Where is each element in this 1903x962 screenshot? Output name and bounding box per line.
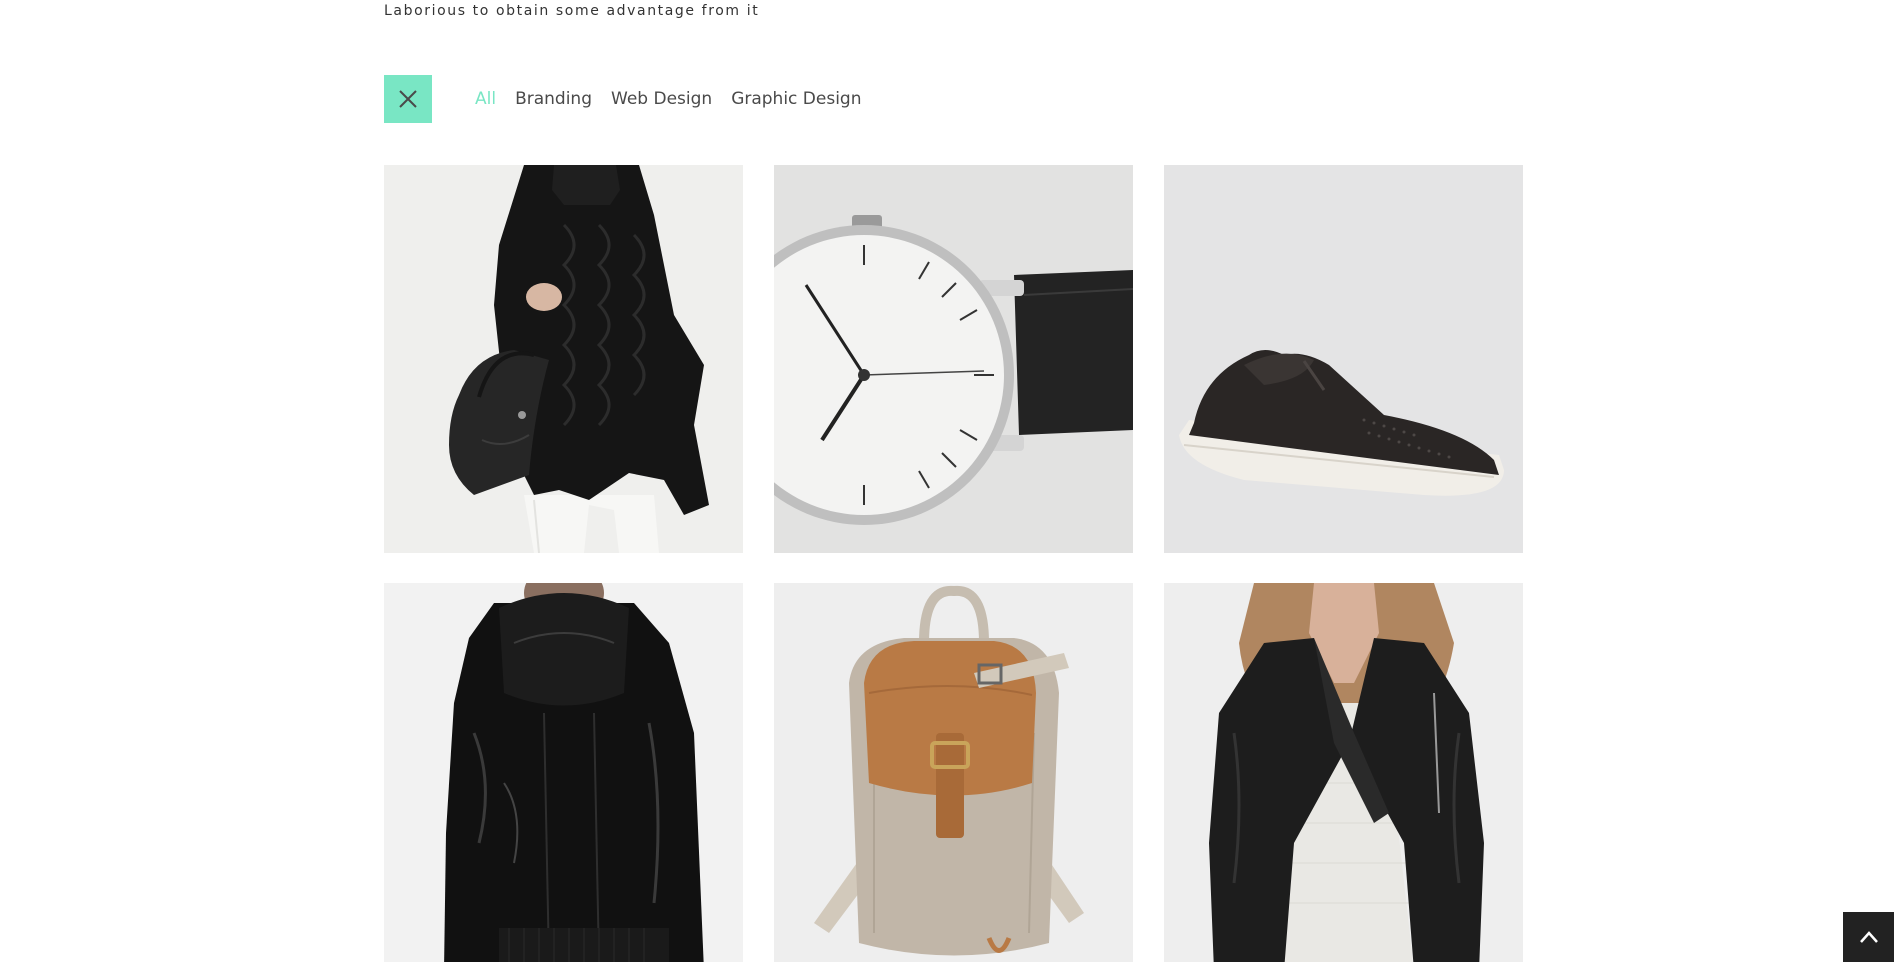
portfolio-item-backpack[interactable] (774, 583, 1133, 962)
portfolio-grid (384, 165, 1523, 962)
filter-all[interactable]: All (475, 89, 496, 109)
close-icon (399, 90, 417, 108)
portfolio-item-watch[interactable] (774, 165, 1133, 553)
portfolio-filter-bar: All Branding Web Design Graphic Design (384, 75, 862, 123)
wristwatch-image (774, 165, 1133, 553)
sweater-handbag-image (384, 165, 743, 553)
leather-jacket-woman-image (1164, 583, 1523, 962)
slip-on-sneaker-image (1164, 165, 1523, 553)
chevron-up-icon (1859, 931, 1878, 943)
portfolio-item-leather-jacket[interactable] (1164, 583, 1523, 962)
portfolio-item-sneaker[interactable] (1164, 165, 1523, 553)
scroll-to-top-button[interactable] (1843, 912, 1894, 962)
filter-web-design[interactable]: Web Design (611, 89, 712, 109)
portfolio-item-leather-hoodie[interactable] (384, 583, 743, 962)
canvas-backpack-image (774, 583, 1133, 962)
filter-graphic-design[interactable]: Graphic Design (731, 89, 861, 109)
filter-branding[interactable]: Branding (515, 89, 592, 109)
section-subtitle: Laborious to obtain some advantage from … (384, 3, 760, 19)
leather-hooded-jacket-image (384, 583, 743, 962)
filter-toggle-button[interactable] (384, 75, 432, 123)
portfolio-item-sweater[interactable] (384, 165, 743, 553)
page: Laborious to obtain some advantage from … (0, 0, 1903, 962)
filter-list: All Branding Web Design Graphic Design (475, 89, 862, 109)
